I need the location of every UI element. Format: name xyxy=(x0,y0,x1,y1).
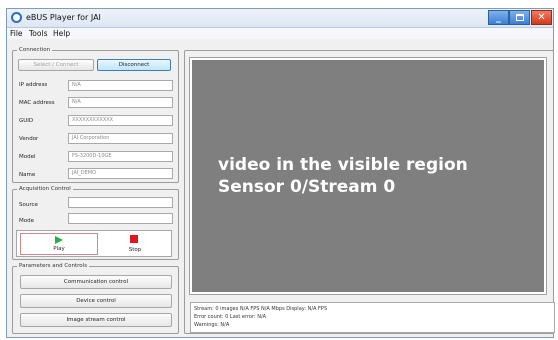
vendor-field: JAI Corporation xyxy=(68,133,173,144)
ebus-app-icon xyxy=(11,12,22,23)
menu-bar: File Tools Help xyxy=(7,28,553,39)
source-label: Source xyxy=(19,202,38,208)
stop-icon xyxy=(130,235,138,243)
minimize-icon: _ xyxy=(496,12,501,23)
close-icon: ✕ xyxy=(537,12,546,23)
stream-status: Stream: 0 images N/A FPS N/A Mbps Displa… xyxy=(194,306,328,312)
maximize-button[interactable] xyxy=(509,10,530,25)
menu-tools[interactable]: Tools xyxy=(29,29,47,38)
video-overlay-line2: Sensor 0/Stream 0 xyxy=(218,177,396,197)
maximize-icon xyxy=(515,14,524,21)
guid-field: XXXXXXXXXXXX xyxy=(68,115,173,126)
source-select[interactable] xyxy=(68,197,173,208)
stop-button[interactable]: Stop xyxy=(101,233,169,255)
title-bar[interactable]: eBUS Player for JAI _ ✕ xyxy=(7,9,553,28)
play-icon xyxy=(55,236,63,244)
acquisition-legend: Acquisition Control xyxy=(17,186,73,192)
select-connect-button[interactable]: Select / Connect xyxy=(18,59,94,71)
mac-address-label: MAC address xyxy=(19,100,55,106)
connection-legend: Connection xyxy=(17,47,53,53)
name-label: Name xyxy=(19,172,36,178)
play-button[interactable]: Play xyxy=(20,233,98,255)
stop-label: Stop xyxy=(128,247,142,253)
model-label: Model xyxy=(19,154,36,160)
menu-help[interactable]: Help xyxy=(53,29,70,38)
ip-address-field: N/A xyxy=(68,80,173,91)
vendor-label: Vendor xyxy=(19,136,39,142)
warnings-status: Warnings: N/A xyxy=(194,322,230,328)
video-overlay-line1: video in the visible region xyxy=(218,155,468,175)
menu-file[interactable]: File xyxy=(10,29,23,38)
mac-address-field: N/A xyxy=(68,97,173,108)
status-panel: Stream: 0 images N/A FPS N/A Mbps Displa… xyxy=(190,302,555,333)
name-field: JAI_DEMO xyxy=(68,168,173,179)
window-title: eBUS Player for JAI xyxy=(26,13,101,22)
mode-select[interactable] xyxy=(68,213,173,224)
video-overlay-text: video in the visible region Sensor 0/Str… xyxy=(218,154,468,198)
play-label: Play xyxy=(53,246,65,252)
device-control-button[interactable]: Device control xyxy=(20,294,172,308)
close-button[interactable]: ✕ xyxy=(531,10,552,25)
guid-label: GUID xyxy=(19,118,34,124)
communication-control-button[interactable]: Communication control xyxy=(20,275,172,289)
play-stop-panel: Play Stop xyxy=(16,230,172,257)
ip-address-label: IP address xyxy=(19,82,48,88)
parameters-legend: Parameters and Controls xyxy=(17,263,90,269)
error-status: Error count: 0 Last error: N/A xyxy=(194,314,267,320)
disconnect-button[interactable]: Disconnect xyxy=(97,59,171,71)
minimize-button[interactable]: _ xyxy=(488,10,509,25)
mode-label: Mode xyxy=(19,218,34,224)
model-field: FS-3200D-10GE xyxy=(68,151,173,162)
image-stream-control-button[interactable]: Image stream control xyxy=(20,313,172,327)
